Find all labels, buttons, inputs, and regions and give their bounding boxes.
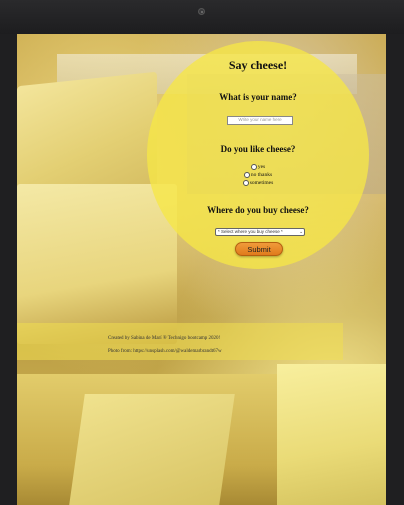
cheese-block — [277, 364, 386, 505]
radio-option-no-thanks[interactable]: no thanks — [147, 171, 369, 179]
radio-button[interactable] — [243, 171, 250, 178]
radio-label: no thanks — [250, 172, 273, 178]
name-question: What is your name? — [219, 92, 297, 102]
radio-label: yes — [257, 164, 266, 170]
device-bezel — [0, 0, 404, 34]
radio-option-yes[interactable]: yes — [147, 163, 369, 171]
radio-option-sometimes[interactable]: sometimes — [147, 179, 369, 187]
footer: Created by Sabina de Marí ® Technigo boo… — [17, 323, 343, 360]
form-title: Say cheese! — [228, 58, 288, 72]
buy-location-select[interactable]: * Select where you buy cheese * ⌄ — [215, 228, 305, 236]
radio-button[interactable] — [242, 179, 249, 186]
select-value: * Select where you buy cheese * — [218, 229, 283, 234]
radio-button[interactable] — [250, 163, 257, 170]
chevron-down-icon: ⌄ — [299, 229, 303, 234]
like-question: Do you like cheese? — [220, 144, 296, 154]
radio-label: sometimes — [249, 180, 274, 186]
submit-button[interactable]: Submit — [235, 242, 283, 256]
footer-credit: Created by Sabina de Marí ® Technigo boo… — [108, 336, 221, 341]
name-input[interactable]: Write your name here — [227, 116, 293, 125]
camera-icon — [198, 8, 205, 15]
herb-cheese-block — [69, 394, 235, 505]
buy-question: Where do you buy cheese? — [207, 205, 309, 215]
footer-photo-credit: Photo from: https://unsplash.com/@waldem… — [108, 349, 222, 354]
